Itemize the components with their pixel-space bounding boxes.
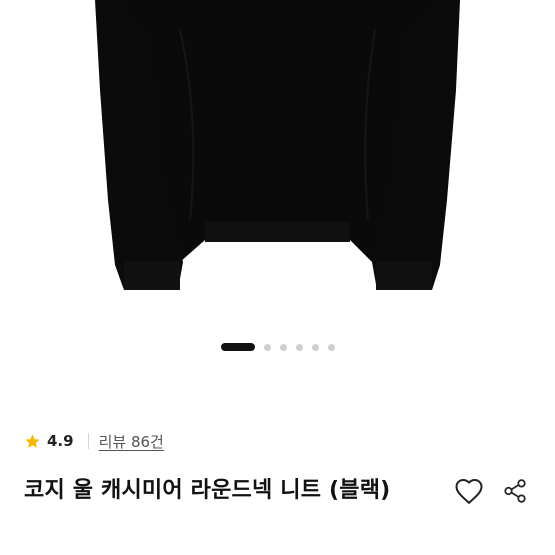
carousel-dot[interactable] — [263, 343, 271, 351]
rating-value: 4.9 — [47, 432, 74, 450]
product-image[interactable] — [0, 0, 555, 325]
product-title: 코지 울 캐시미어 라운드넥 니트 (블랙) — [24, 478, 391, 503]
like-button[interactable] — [452, 474, 486, 508]
star-icon — [24, 433, 41, 450]
carousel-dot[interactable] — [311, 343, 319, 351]
rating-row: 4.9 리뷰 86건 — [24, 429, 164, 453]
carousel-dot[interactable] — [279, 343, 287, 351]
heart-outline-icon — [455, 479, 483, 504]
share-icon — [504, 479, 526, 503]
divider — [87, 433, 89, 449]
review-count-link[interactable]: 리뷰 86건 — [99, 431, 164, 452]
share-button[interactable] — [498, 474, 532, 508]
product-detail-page: 4.9 리뷰 86건 코지 울 캐시미어 라운드넥 니트 (블랙) — [0, 0, 555, 555]
carousel-dot[interactable] — [327, 343, 335, 351]
sweater-illustration — [95, 0, 460, 290]
carousel-indicator — [0, 341, 555, 353]
carousel-dot-active[interactable] — [220, 343, 255, 351]
carousel-dot[interactable] — [295, 343, 303, 351]
